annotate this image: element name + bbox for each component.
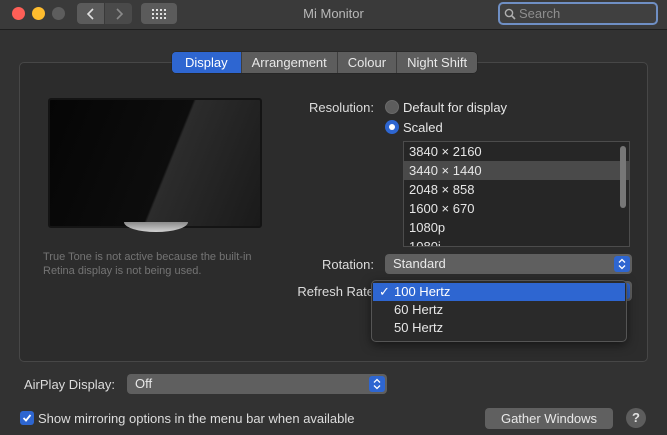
monitor-preview	[48, 98, 262, 228]
mirroring-checkbox[interactable]	[20, 411, 34, 425]
checkmark-icon: ✓	[379, 284, 390, 299]
menu-item-50hz[interactable]: 50 Hertz	[373, 319, 625, 337]
menu-item-60hz[interactable]: 60 Hertz	[373, 301, 625, 319]
airplay-display-select[interactable]: Off	[127, 374, 387, 394]
list-item[interactable]: 1080i	[404, 237, 629, 246]
radio-default-label: Default for display	[403, 100, 508, 115]
search-input[interactable]	[519, 6, 649, 21]
mirroring-label: Show mirroring options in the menu bar w…	[38, 411, 355, 426]
help-button[interactable]: ?	[626, 408, 646, 428]
checkmark-icon	[22, 414, 32, 422]
resolution-list[interactable]: 3840 × 2160 3440 × 1440 2048 × 858 1600 …	[403, 141, 630, 247]
airplay-display-label: AirPlay Display:	[24, 377, 116, 392]
tab-arrangement[interactable]: Arrangement	[242, 52, 338, 73]
gather-windows-button[interactable]: Gather Windows	[485, 408, 613, 429]
list-item[interactable]: 3440 × 1440	[404, 161, 629, 180]
resolution-list-scrollbar[interactable]	[620, 146, 626, 208]
tab-colour[interactable]: Colour	[338, 52, 398, 73]
rotation-label: Rotation:	[321, 257, 374, 272]
resolution-label: Resolution:	[308, 100, 374, 115]
tab-night-shift[interactable]: Night Shift	[397, 52, 477, 73]
chevron-updown-icon	[369, 376, 385, 392]
rotation-value: Standard	[393, 256, 446, 271]
list-item[interactable]: 1080p	[404, 218, 629, 237]
list-item[interactable]: 3840 × 2160	[404, 142, 629, 161]
radio-scaled-label: Scaled	[403, 120, 443, 135]
search-icon	[504, 8, 516, 20]
search-field[interactable]	[498, 2, 658, 25]
true-tone-note: True Tone is not active because the buil…	[43, 251, 252, 277]
tab-display[interactable]: Display	[172, 52, 242, 73]
rotation-select[interactable]: Standard	[385, 254, 632, 274]
list-item[interactable]: 2048 × 858	[404, 180, 629, 199]
radio-scaled[interactable]	[385, 120, 399, 134]
tab-bar: Display Arrangement Colour Night Shift	[172, 52, 478, 73]
menu-item-100hz[interactable]: ✓ 100 Hertz	[373, 283, 625, 301]
refresh-rate-label: Refresh Rate	[297, 284, 374, 299]
refresh-rate-menu: ✓ 100 Hertz 60 Hertz 50 Hertz	[371, 280, 627, 342]
list-item[interactable]: 1600 × 670	[404, 199, 629, 218]
airplay-value: Off	[135, 376, 153, 391]
radio-default-for-display[interactable]	[385, 100, 399, 114]
title-bar: Mi Monitor	[0, 0, 667, 30]
chevron-updown-icon	[614, 256, 630, 272]
